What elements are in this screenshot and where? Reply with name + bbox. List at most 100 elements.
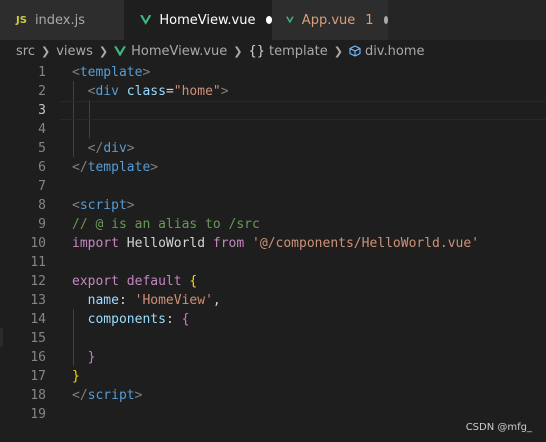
code-token: export — [72, 274, 119, 289]
tab-label: HomeView.vue — [159, 12, 256, 28]
code-token: from — [212, 236, 245, 251]
code-line[interactable]: 10 import HelloWorld from '@/components/H… — [0, 234, 546, 253]
code-editor[interactable]: 1 <template> 2 <div class="home"> 3 4 5 </div… — [0, 62, 546, 442]
code-token: < — [72, 65, 80, 80]
line-number: 7 — [38, 179, 46, 194]
line-number: 14 — [30, 312, 46, 327]
tab-index-js[interactable]: JS index.js — [0, 0, 124, 40]
breadcrumb-item-src[interactable]: src — [16, 44, 35, 59]
code-text: name: 'HomeView', — [72, 291, 221, 310]
code-token: components — [87, 312, 166, 327]
code-token: template — [87, 160, 151, 175]
code-line[interactable]: 17} — [0, 367, 546, 386]
problem-count-badge: 1 — [365, 12, 374, 28]
code-line[interactable]: 4 — [0, 120, 546, 139]
code-token: HelloWorld — [126, 236, 206, 251]
code-token: default — [126, 274, 182, 289]
code-token: : — [165, 312, 182, 327]
breadcrumb-item-file[interactable]: HomeView.vue — [131, 44, 227, 59]
code-text: } — [72, 367, 80, 386]
code-token: 'HomeView' — [134, 293, 213, 308]
code-token: template — [79, 65, 143, 80]
code-token: </ — [87, 141, 104, 156]
code-token: "home" — [173, 84, 221, 99]
breadcrumb-item-views[interactable]: views — [56, 44, 93, 59]
line-number: 9 — [38, 217, 46, 232]
code-text: export default { — [72, 272, 197, 291]
breadcrumb: src ❯ views ❯ HomeView.vue ❯ {} template… — [0, 40, 546, 62]
code-token: name — [87, 293, 119, 308]
breadcrumb-item-template[interactable]: template — [269, 44, 328, 59]
code-line[interactable]: 1 <template> — [0, 63, 546, 82]
code-text: } — [72, 348, 96, 367]
line-number: 3 — [38, 103, 46, 118]
code-line[interactable]: 5 </div> — [0, 139, 546, 158]
current-line-highlight — [60, 101, 546, 120]
line-number: 5 — [38, 141, 46, 156]
code-line[interactable]: 2 <div class="home"> — [0, 82, 546, 101]
code-text: <div class="home"> — [72, 82, 229, 101]
chevron-right-icon: ❯ — [40, 44, 51, 58]
line-number: 10 — [30, 236, 46, 251]
code-line[interactable]: 18 </script> — [0, 386, 546, 405]
js-icon: JS — [16, 14, 27, 26]
code-text: // @ is an alias to /src — [72, 215, 260, 234]
code-line[interactable]: 13 name: 'HomeView', — [0, 291, 546, 310]
code-token: import — [72, 236, 119, 251]
code-token: { — [189, 274, 198, 289]
code-token: : — [118, 293, 135, 308]
code-token: > — [220, 84, 229, 99]
braces-icon: {} — [248, 43, 266, 59]
code-line[interactable]: 8 <script> — [0, 196, 546, 215]
code-token: , — [212, 293, 221, 308]
code-token: div — [103, 141, 127, 156]
code-line[interactable]: 7 — [0, 177, 546, 196]
tab-app-vue[interactable]: App.vue 1 — [272, 0, 388, 40]
tab-homeview-vue[interactable]: HomeView.vue — [124, 0, 272, 40]
line-number: 1 — [38, 65, 46, 80]
code-token: > — [150, 160, 159, 175]
code-token: class — [126, 84, 166, 99]
code-text: components: { — [72, 310, 190, 329]
line-number: 17 — [30, 369, 46, 384]
watermark: CSDN @mfg_ — [465, 422, 532, 433]
code-line[interactable]: 3 — [0, 101, 546, 120]
line-number: 19 — [30, 407, 46, 422]
code-token: > — [142, 65, 151, 80]
code-line[interactable]: 19 — [0, 405, 546, 424]
code-text: <template> — [72, 63, 150, 82]
code-line[interactable]: 16 } — [0, 348, 546, 367]
code-token: div — [95, 84, 119, 99]
line-number: 18 — [30, 388, 46, 403]
code-token: > — [126, 141, 135, 156]
code-line[interactable]: 11 — [0, 253, 546, 272]
line-number: 15 — [30, 331, 46, 346]
code-line[interactable]: 12 export default { — [0, 272, 546, 291]
breadcrumb-item-div-home[interactable]: div.home — [365, 44, 425, 59]
line-number: 12 — [30, 274, 46, 289]
cube-icon — [349, 45, 361, 57]
line-number: 8 — [38, 198, 46, 213]
code-token: > — [134, 388, 143, 403]
code-token: } — [72, 369, 80, 384]
code-token: </ — [72, 388, 88, 403]
code-line[interactable]: 6 </template> — [0, 158, 546, 177]
code-line[interactable]: 9 // @ is an alias to /src — [0, 215, 546, 234]
code-text: <script> — [72, 196, 135, 215]
tab-bar-empty-space — [388, 0, 546, 40]
line-number: 13 — [30, 293, 46, 308]
code-line[interactable]: 14 components: { — [0, 310, 546, 329]
tab-label: index.js — [34, 12, 86, 28]
code-token: script — [79, 198, 127, 213]
line-number: 4 — [38, 122, 46, 137]
code-line[interactable]: 15 — [0, 329, 546, 348]
